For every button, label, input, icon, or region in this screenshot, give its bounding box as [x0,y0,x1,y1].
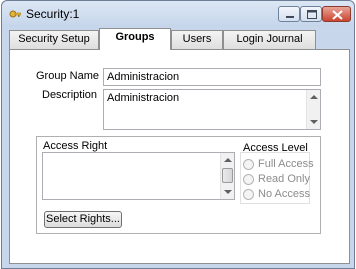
access-right-scrollbar[interactable] [220,153,234,199]
scroll-down-icon[interactable] [310,120,318,124]
minimize-button[interactable] [278,6,300,22]
minimize-icon [286,16,294,18]
radio-circle-icon[interactable] [243,159,254,170]
tab-groups[interactable]: Groups [99,28,171,50]
access-right-label: Access Right [43,140,108,152]
maximize-button[interactable] [300,6,322,22]
access-rights-group: Access Right Access Level Full Access Re… [36,136,321,234]
group-name-input[interactable]: Administracion [103,68,321,86]
tab-login-journal[interactable]: Login Journal [223,30,316,49]
radio-label: No Access [258,188,310,200]
security-window: Security:1 Security Setup Groups Users L… [1,0,355,269]
title-bar[interactable]: Security:1 [2,1,354,27]
description-text: Administracion [107,92,180,104]
group-name-label: Group Name [36,70,99,82]
radio-label: Full Access [258,158,314,170]
close-button[interactable] [322,6,351,22]
radio-circle-icon[interactable] [243,174,254,185]
scroll-thumb[interactable] [222,168,233,183]
scroll-up-icon[interactable] [310,95,318,99]
close-icon [332,10,343,20]
scroll-up-icon[interactable] [224,158,232,162]
tab-label: Users [182,33,212,45]
tab-strip: Security Setup Groups Users Login Journa… [9,28,349,50]
description-textarea[interactable]: Administracion [103,89,321,130]
access-right-list[interactable] [42,152,235,200]
tab-label: Groups [115,31,155,43]
app-key-icon [9,8,22,20]
window-title: Security:1 [26,7,80,21]
description-label: Description [42,89,98,101]
select-rights-button[interactable]: Select Rights... [44,211,122,228]
radio-label: Read Only [258,173,310,185]
groups-panel: Group Name Administracion Description Ad… [9,49,350,264]
radio-circle-icon[interactable] [243,189,254,200]
description-scrollbar[interactable] [306,90,320,129]
tab-security-setup[interactable]: Security Setup [9,30,99,49]
scroll-down-icon[interactable] [224,190,232,194]
tab-label: Login Journal [236,33,303,45]
tab-label: Security Setup [18,33,90,45]
maximize-icon [307,10,317,19]
tab-users[interactable]: Users [171,30,223,49]
